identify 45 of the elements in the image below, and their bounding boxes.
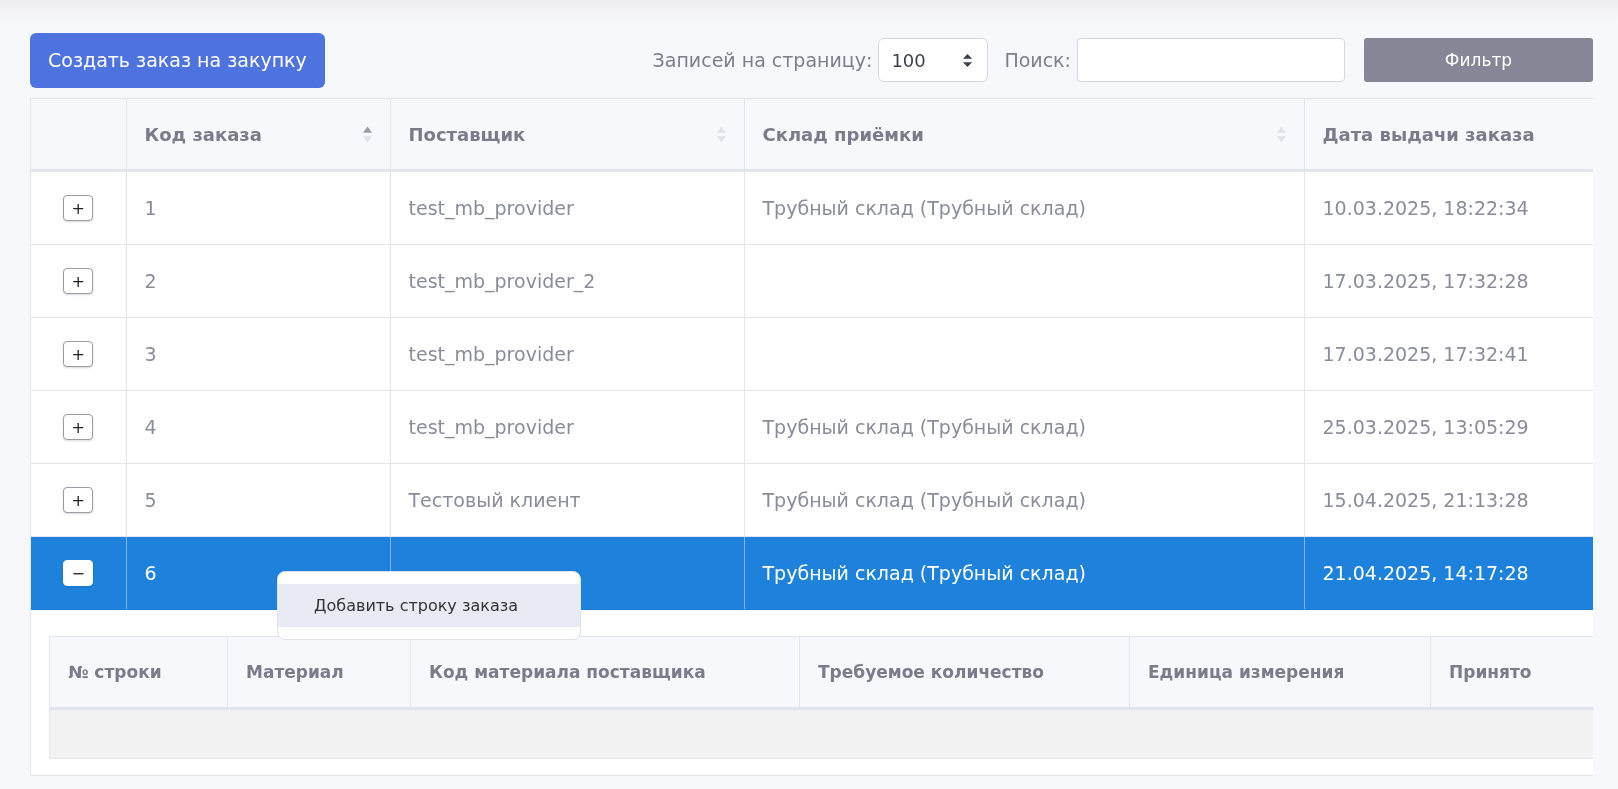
create-order-button[interactable]: Создать заказ на закупку [30, 32, 325, 88]
table-cell: test_mb_provider [408, 197, 574, 219]
table-cell: 10.03.2025, 18:22:34 [1322, 197, 1529, 219]
column-header: Единица измерения [1129, 636, 1431, 709]
column-header: Принято [1430, 636, 1593, 709]
column-header[interactable]: Склад приёмки [744, 99, 1304, 171]
expand-button[interactable]: + [63, 487, 94, 513]
table-cell: 6 [144, 562, 157, 584]
table-cell: 2 [144, 270, 157, 292]
table-cell: 4 [144, 416, 157, 438]
expand-button[interactable]: + [63, 268, 94, 294]
column-header[interactable]: Код заказа [126, 99, 390, 171]
table-cell: Трубный склад (Трубный склад) [762, 562, 1086, 584]
expand-button[interactable]: + [63, 195, 94, 221]
column-header[interactable]: Поставщик [390, 99, 744, 171]
collapse-button[interactable]: − [63, 560, 94, 586]
table-cell: 17.03.2025, 17:32:28 [1322, 270, 1529, 292]
column-header: Материал [227, 636, 411, 709]
page-size-select[interactable]: 100 [878, 38, 989, 82]
table-cell: 17.03.2025, 17:32:41 [1322, 343, 1529, 365]
table-cell: Тестовый клиент [408, 489, 581, 511]
table-cell: test_mb_provider [408, 416, 574, 438]
table-cell: Трубный склад (Трубный склад) [762, 197, 1086, 219]
table-cell: 21.04.2025, 14:17:28 [1322, 562, 1529, 584]
table-cell: test_mb_provider_2 [408, 270, 596, 292]
search-field[interactable] [1077, 38, 1345, 82]
column-header: Код материала поставщика [410, 636, 800, 709]
filter-button[interactable]: Фильтр [1364, 38, 1593, 82]
table-cell: 5 [144, 489, 157, 511]
column-header[interactable]: Дата выдачи заказа [1304, 99, 1593, 171]
table-cell: 1 [144, 197, 157, 219]
search-label: Поиск: [1004, 49, 1071, 71]
table-cell: test_mb_provider [408, 343, 574, 365]
page-size-label: Записей на страницу: [652, 49, 873, 71]
up-down-caret-icon [962, 52, 974, 68]
expand-button[interactable]: + [63, 341, 94, 367]
table-cell: 15.04.2025, 21:13:28 [1322, 489, 1529, 511]
table-cell: 25.03.2025, 13:05:29 [1322, 416, 1529, 438]
table-cell: Трубный склад (Трубный склад) [762, 489, 1086, 511]
column-header: Требуемое количество [799, 636, 1130, 709]
table-cell: 3 [144, 343, 157, 365]
column-header: № строки [49, 636, 228, 709]
menu-item[interactable]: Добавить строку заказа [278, 584, 580, 627]
table-cell: Трубный склад (Трубный склад) [762, 416, 1086, 438]
expand-button[interactable]: + [63, 414, 94, 440]
